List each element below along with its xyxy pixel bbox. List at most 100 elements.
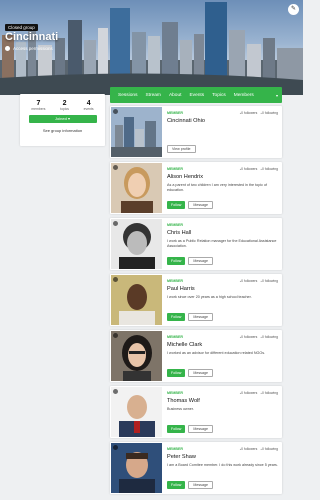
tab-members[interactable]: Members xyxy=(230,93,258,98)
message-button[interactable]: Message xyxy=(188,201,213,209)
member-photo[interactable] xyxy=(111,387,162,437)
following-count: 0 following xyxy=(260,167,278,171)
stat-number: 4 xyxy=(86,100,91,107)
lock-icon xyxy=(5,46,10,51)
pencil-icon: ✎ xyxy=(290,6,297,12)
follow-button[interactable]: Follow xyxy=(167,369,186,377)
member-card: MEMBER 0 followers 0 following Michelle … xyxy=(110,330,282,382)
member-role: MEMBER xyxy=(167,279,183,283)
follow-button[interactable]: Follow xyxy=(167,425,186,433)
member-role: MEMBER xyxy=(167,223,183,227)
followers-count: 0 followers xyxy=(240,447,257,451)
stat-members: 7 members xyxy=(31,100,45,111)
follow-button[interactable]: Follow xyxy=(167,481,186,489)
access-permissions-label: Access permissions xyxy=(13,46,53,51)
follow-counts: 0 followers 0 following xyxy=(240,279,278,283)
following-count: 0 following xyxy=(260,111,278,115)
camera-icon[interactable] xyxy=(113,109,118,114)
tab-stream[interactable]: Stream xyxy=(141,93,164,98)
member-photo[interactable] xyxy=(111,219,162,269)
member-role: MEMBER xyxy=(167,335,183,339)
member-card: MEMBER 0 followers 0 following Thomas Wo… xyxy=(110,386,282,438)
member-photo[interactable] xyxy=(111,163,162,213)
tab-about[interactable]: About xyxy=(165,93,186,98)
following-count: 0 following xyxy=(260,391,278,395)
member-bio: I work as a Public Relation manager for … xyxy=(167,239,277,248)
member-name[interactable]: Chris Hall xyxy=(167,230,191,236)
following-count: 0 following xyxy=(260,335,278,339)
member-bio: As a parent of two children I am very in… xyxy=(167,183,268,192)
group-stats: 7 members 2 topics 4 events xyxy=(20,94,105,111)
view-profile-button[interactable]: View profile xyxy=(167,145,196,153)
member-card: MEMBER Chris Hall I work as a Public Rel… xyxy=(110,218,282,270)
message-button[interactable]: Message xyxy=(188,369,213,377)
message-button[interactable]: Message xyxy=(188,481,213,489)
member-role: MEMBER xyxy=(167,111,183,115)
follow-button[interactable]: Follow xyxy=(167,257,186,265)
stat-events: 4 events xyxy=(84,100,94,111)
follow-counts: 0 followers 0 following xyxy=(240,111,278,115)
member-card: MEMBER 0 followers 0 following Cincinnat… xyxy=(110,106,282,158)
stat-label: members xyxy=(31,107,46,111)
camera-icon[interactable] xyxy=(113,221,118,226)
follow-counts: 0 followers 0 following xyxy=(240,335,278,339)
member-name[interactable]: Thomas Wolf xyxy=(167,398,200,404)
camera-icon[interactable] xyxy=(113,445,118,450)
follow-counts: 0 followers 0 following xyxy=(240,391,278,395)
member-photo[interactable] xyxy=(111,275,162,325)
stat-label: topics xyxy=(60,107,69,111)
tab-events[interactable]: Events xyxy=(185,93,208,98)
follow-button[interactable]: Follow xyxy=(167,313,186,321)
member-card: MEMBER 0 followers 0 following Paul Harr… xyxy=(110,274,282,326)
member-bio: I work since over 20 years as a high sch… xyxy=(167,295,252,299)
camera-icon[interactable] xyxy=(113,165,118,170)
member-name[interactable]: Alison Hendrix xyxy=(167,174,203,180)
member-actions: Follow Message xyxy=(167,201,213,209)
joined-dropdown-button[interactable]: Joined ▾ xyxy=(28,115,97,123)
member-card: MEMBER 0 followers 0 following Alison He… xyxy=(110,162,282,214)
member-name[interactable]: Cincinnati Ohio xyxy=(167,118,205,124)
tab-topics[interactable]: Topics xyxy=(208,93,230,98)
message-button[interactable]: Message xyxy=(188,425,213,433)
member-name[interactable]: Paul Harris xyxy=(167,286,195,292)
group-navigation: Sessions Stream About Events Topics Memb… xyxy=(110,87,282,103)
member-name[interactable]: Peter Shaw xyxy=(167,454,196,460)
follow-counts: 0 followers 0 following xyxy=(240,447,278,451)
member-role: MEMBER xyxy=(167,167,183,171)
member-role: MEMBER xyxy=(167,447,183,451)
stat-label: events xyxy=(83,107,94,111)
camera-icon[interactable] xyxy=(113,333,118,338)
member-name[interactable]: Michelle Clark xyxy=(167,342,202,348)
see-group-information-link[interactable]: See group information xyxy=(20,128,105,133)
camera-icon[interactable] xyxy=(113,389,118,394)
chevron-down-icon[interactable]: ▾ xyxy=(276,93,278,98)
message-button[interactable]: Message xyxy=(188,257,213,265)
camera-icon[interactable] xyxy=(113,277,118,282)
member-actions: Follow Message xyxy=(167,257,213,265)
followers-count: 0 followers xyxy=(240,111,257,115)
stat-number: 7 xyxy=(36,100,41,107)
group-cover-image: Closed group Cincinnati Access permissio… xyxy=(0,0,303,95)
group-title: Cincinnati xyxy=(5,31,59,43)
member-actions: Follow Message xyxy=(167,481,213,489)
followers-count: 0 followers xyxy=(240,391,257,395)
edit-cover-button[interactable]: ✎ xyxy=(288,4,299,15)
member-photo[interactable] xyxy=(111,331,162,381)
stat-number: 2 xyxy=(62,100,67,107)
follow-button[interactable]: Follow xyxy=(167,201,186,209)
member-bio: I worked as an advisor for different edu… xyxy=(167,351,266,355)
tab-sessions[interactable]: Sessions xyxy=(114,93,141,98)
follow-counts: 0 followers 0 following xyxy=(240,167,278,171)
group-privacy-badge: Closed group xyxy=(5,24,38,31)
followers-count: 0 followers xyxy=(240,335,257,339)
group-stats-card: 7 members 2 topics 4 events Joined ▾ See… xyxy=(20,94,105,146)
member-card: MEMBER 0 followers 0 following Peter Sha… xyxy=(110,442,282,494)
member-actions: View profile xyxy=(167,145,196,153)
followers-count: 0 followers xyxy=(240,279,257,283)
member-actions: Follow Message xyxy=(167,313,213,321)
member-photo[interactable] xyxy=(111,107,162,157)
access-permissions-link[interactable]: Access permissions xyxy=(5,46,53,51)
member-role: MEMBER xyxy=(167,391,183,395)
member-photo[interactable] xyxy=(111,443,162,493)
message-button[interactable]: Message xyxy=(188,313,213,321)
